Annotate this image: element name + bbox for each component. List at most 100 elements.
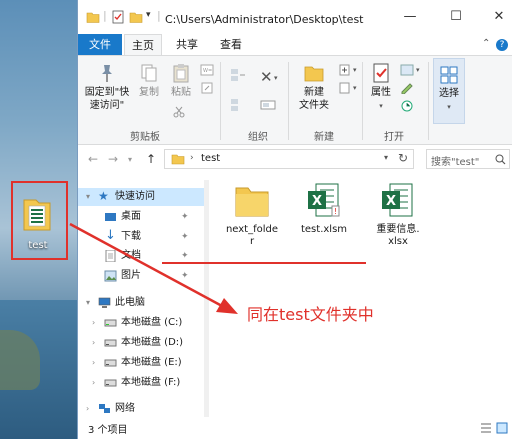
desktop-icon <box>105 213 116 221</box>
search-box[interactable]: 搜索"test" <box>426 149 510 169</box>
select-button[interactable]: 选择 ▾ <box>433 58 465 124</box>
chevron-down-icon: ▾ <box>379 102 383 110</box>
pin-icon[interactable]: ✦ <box>181 208 189 226</box>
picture-icon <box>104 270 117 282</box>
divider: | <box>103 9 107 22</box>
menu-bar: 文件 主页 共享 查看 ⌃ ? <box>78 34 512 56</box>
pin-icon[interactable]: ✦ <box>181 228 189 246</box>
desktop-icon-label[interactable]: test <box>10 240 66 251</box>
edit-icon[interactable] <box>400 82 414 94</box>
recent-locations-chevron-icon[interactable]: ▾ <box>128 155 132 164</box>
sidebar-item-network[interactable]: › 网络 <box>78 400 204 418</box>
close-button[interactable]: ✕ <box>489 8 509 26</box>
list-item-folder[interactable]: next_folde r <box>222 184 282 248</box>
new-folder-label-line2: 文件夹 <box>299 100 329 111</box>
list-item-xlsm[interactable]: X! test.xlsm <box>294 182 354 236</box>
ribbon: 固定到"快 速访问" 复制 粘贴 W= 剪贴板 ✕ ▾ 组织 新建 文件夹 ▾ … <box>78 55 512 145</box>
chevron-up-icon[interactable]: ⌃ <box>482 38 490 49</box>
help-icon[interactable]: ? <box>496 39 508 51</box>
expand-chevron-icon[interactable]: › <box>92 354 95 372</box>
address-bar[interactable]: › test ▾ ↻ <box>164 149 414 169</box>
sidebar-item-label: 本地磁盘 (E:) <box>121 357 182 368</box>
file-name-line2: xlsx <box>388 236 408 247</box>
new-folder-button[interactable]: 新建 文件夹 <box>294 62 334 112</box>
expand-chevron-icon[interactable]: › <box>92 374 95 392</box>
large-icons-view-icon[interactable] <box>496 422 508 434</box>
rename-icon[interactable] <box>260 98 276 112</box>
chevron-down-icon[interactable]: ▾ <box>353 66 357 74</box>
properties-button[interactable]: 属性 ▾ <box>366 62 396 113</box>
copy-to-icon[interactable] <box>230 98 246 112</box>
status-bar: 3 个项目 <box>78 417 512 439</box>
expand-chevron-icon[interactable]: ▾ <box>86 294 90 312</box>
file-list: next_folde r X! test.xlsm X 重要信息. xlsx <box>210 176 512 417</box>
navigation-pane-scrollbar[interactable] <box>204 180 209 417</box>
clipboard-icon <box>173 64 189 83</box>
sidebar-item-label: 此电脑 <box>115 297 145 308</box>
address-dropdown-icon[interactable]: ▾ <box>384 153 388 162</box>
annotation-underline <box>162 262 366 264</box>
desktop: test <box>0 0 78 439</box>
tab-file[interactable]: 文件 <box>78 34 122 56</box>
properties-qa-icon[interactable] <box>111 10 125 24</box>
sidebar-item-desktop[interactable]: 桌面 ✦ <box>78 208 204 226</box>
open-icon[interactable] <box>400 64 414 76</box>
new-item-icon[interactable] <box>338 64 352 76</box>
tab-home[interactable]: 主页 <box>124 34 162 56</box>
pin-icon[interactable]: ✦ <box>181 267 189 285</box>
pin-icon <box>102 65 112 82</box>
pin-to-quick-access-button[interactable]: 固定到"快 速访问" <box>82 62 132 112</box>
expand-chevron-icon[interactable]: › <box>86 400 89 418</box>
minimize-button[interactable]: — <box>400 8 420 26</box>
svg-text:!: ! <box>334 207 337 216</box>
cut-icon[interactable] <box>172 106 186 118</box>
organize-group-label: 组织 <box>248 132 268 143</box>
sidebar-item-disk-f[interactable]: › 本地磁盘 (F:) <box>78 374 204 392</box>
chevron-down-icon[interactable]: ▾ <box>416 66 420 74</box>
tab-view[interactable]: 查看 <box>214 34 248 56</box>
navigation-bar: ← → ▾ ↑ › test ▾ ↻ 搜索"test" <box>78 146 512 173</box>
new-folder-qa-icon[interactable] <box>129 10 143 24</box>
copy-button[interactable]: 复制 <box>134 62 164 99</box>
details-view-icon[interactable] <box>480 422 492 434</box>
delete-icon[interactable]: ✕ <box>260 68 273 86</box>
paste-label: 粘贴 <box>171 87 191 98</box>
chevron-down-icon[interactable]: ▾ <box>353 84 357 92</box>
drive-icon <box>104 379 117 387</box>
sidebar-item-downloads[interactable]: ↓ 下载 ✦ <box>78 228 204 246</box>
sidebar-item-this-pc[interactable]: ▾ 此电脑 <box>78 294 204 312</box>
group-separator <box>428 62 429 140</box>
file-name-line1: 重要信息. <box>376 224 420 235</box>
expand-chevron-icon[interactable]: ▾ <box>86 188 90 206</box>
move-to-icon[interactable] <box>230 68 246 82</box>
star-icon: ★ <box>98 189 109 203</box>
history-icon[interactable] <box>400 100 414 112</box>
forward-arrow-icon[interactable]: → <box>108 152 118 166</box>
paste-button[interactable]: 粘贴 <box>166 62 196 99</box>
svg-text:X: X <box>386 194 396 209</box>
sidebar-item-disk-d[interactable]: › 本地磁盘 (D:) <box>78 334 204 352</box>
sidebar-item-label: 下载 <box>121 231 141 242</box>
sidebar-item-quick-access[interactable]: ▾ ★ 快速访问 <box>78 188 204 206</box>
easy-access-icon[interactable] <box>338 82 352 94</box>
tab-share[interactable]: 共享 <box>170 34 204 56</box>
new-group-label: 新建 <box>314 132 334 143</box>
expand-chevron-icon[interactable]: › <box>92 314 95 332</box>
customize-qa-dropdown-icon[interactable]: ▾ <box>146 10 151 20</box>
list-item-xlsx[interactable]: X 重要信息. xlsx <box>368 182 428 248</box>
back-arrow-icon[interactable]: ← <box>88 152 98 166</box>
breadcrumb-separator-icon[interactable]: › <box>190 153 194 163</box>
title-bar[interactable]: | ▾ | C:\Users\Administrator\Desktop\tes… <box>78 0 512 34</box>
excel-file-icon[interactable] <box>22 196 52 234</box>
chevron-down-icon[interactable]: ▾ <box>274 74 278 82</box>
copy-path-icon[interactable]: W= <box>200 64 214 76</box>
sidebar-item-label: 桌面 <box>121 211 141 222</box>
up-arrow-icon[interactable]: ↑ <box>146 152 156 166</box>
refresh-icon[interactable]: ↻ <box>398 151 408 165</box>
sidebar-item-disk-c[interactable]: › 本地磁盘 (C:) <box>78 314 204 332</box>
sidebar-item-disk-e[interactable]: › 本地磁盘 (E:) <box>78 354 204 372</box>
maximize-button[interactable]: ☐ <box>446 8 466 26</box>
paste-shortcut-icon[interactable] <box>200 82 214 94</box>
sidebar-item-pictures[interactable]: 图片 ✦ <box>78 267 204 285</box>
expand-chevron-icon[interactable]: › <box>92 334 95 352</box>
